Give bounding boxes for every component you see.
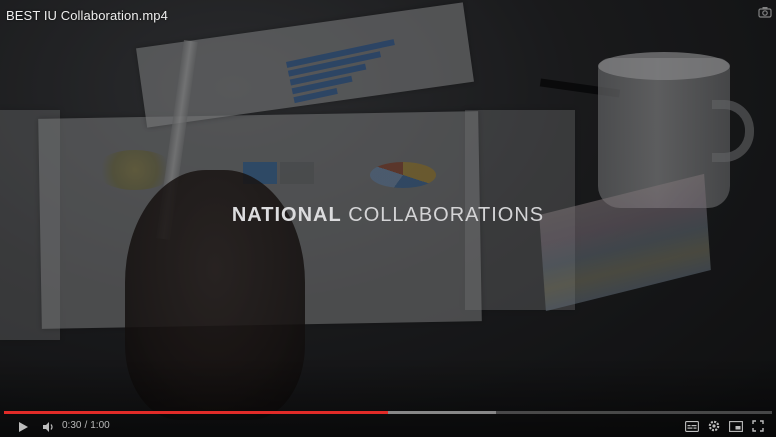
headline-light: COLLABORATIONS xyxy=(348,204,545,226)
play-button[interactable] xyxy=(14,419,32,435)
fullscreen-button[interactable] xyxy=(750,419,766,433)
progress-bar[interactable] xyxy=(4,411,772,414)
miniplayer-icon xyxy=(729,420,743,432)
volume-button[interactable] xyxy=(40,419,58,435)
video-player[interactable]: BEST IU Collaboration.mp4 NATIONAL COLLA… xyxy=(0,0,776,437)
time-display: 0:30/1:00 xyxy=(62,420,110,431)
video-title: BEST IU Collaboration.mp4 xyxy=(6,8,168,23)
subtitles-button[interactable] xyxy=(684,419,700,433)
miniplayer-button[interactable] xyxy=(728,419,744,433)
settings-button[interactable] xyxy=(706,419,722,433)
subtitles-icon xyxy=(685,420,699,432)
gear-icon xyxy=(708,420,720,432)
headline-strong: NATIONAL xyxy=(231,204,342,226)
play-icon xyxy=(19,422,28,432)
camera-icon[interactable] xyxy=(758,5,772,18)
fullscreen-icon xyxy=(752,420,764,432)
time-separator: / xyxy=(84,420,88,431)
current-time: 0:30 xyxy=(62,420,82,431)
progress-played xyxy=(4,411,388,414)
duration: 1:00 xyxy=(90,420,110,431)
overlay-headline: NATIONAL COLLABORATIONS xyxy=(0,204,776,227)
controls-bar: 0:30/1:00 xyxy=(0,417,776,437)
volume-icon xyxy=(43,422,53,432)
